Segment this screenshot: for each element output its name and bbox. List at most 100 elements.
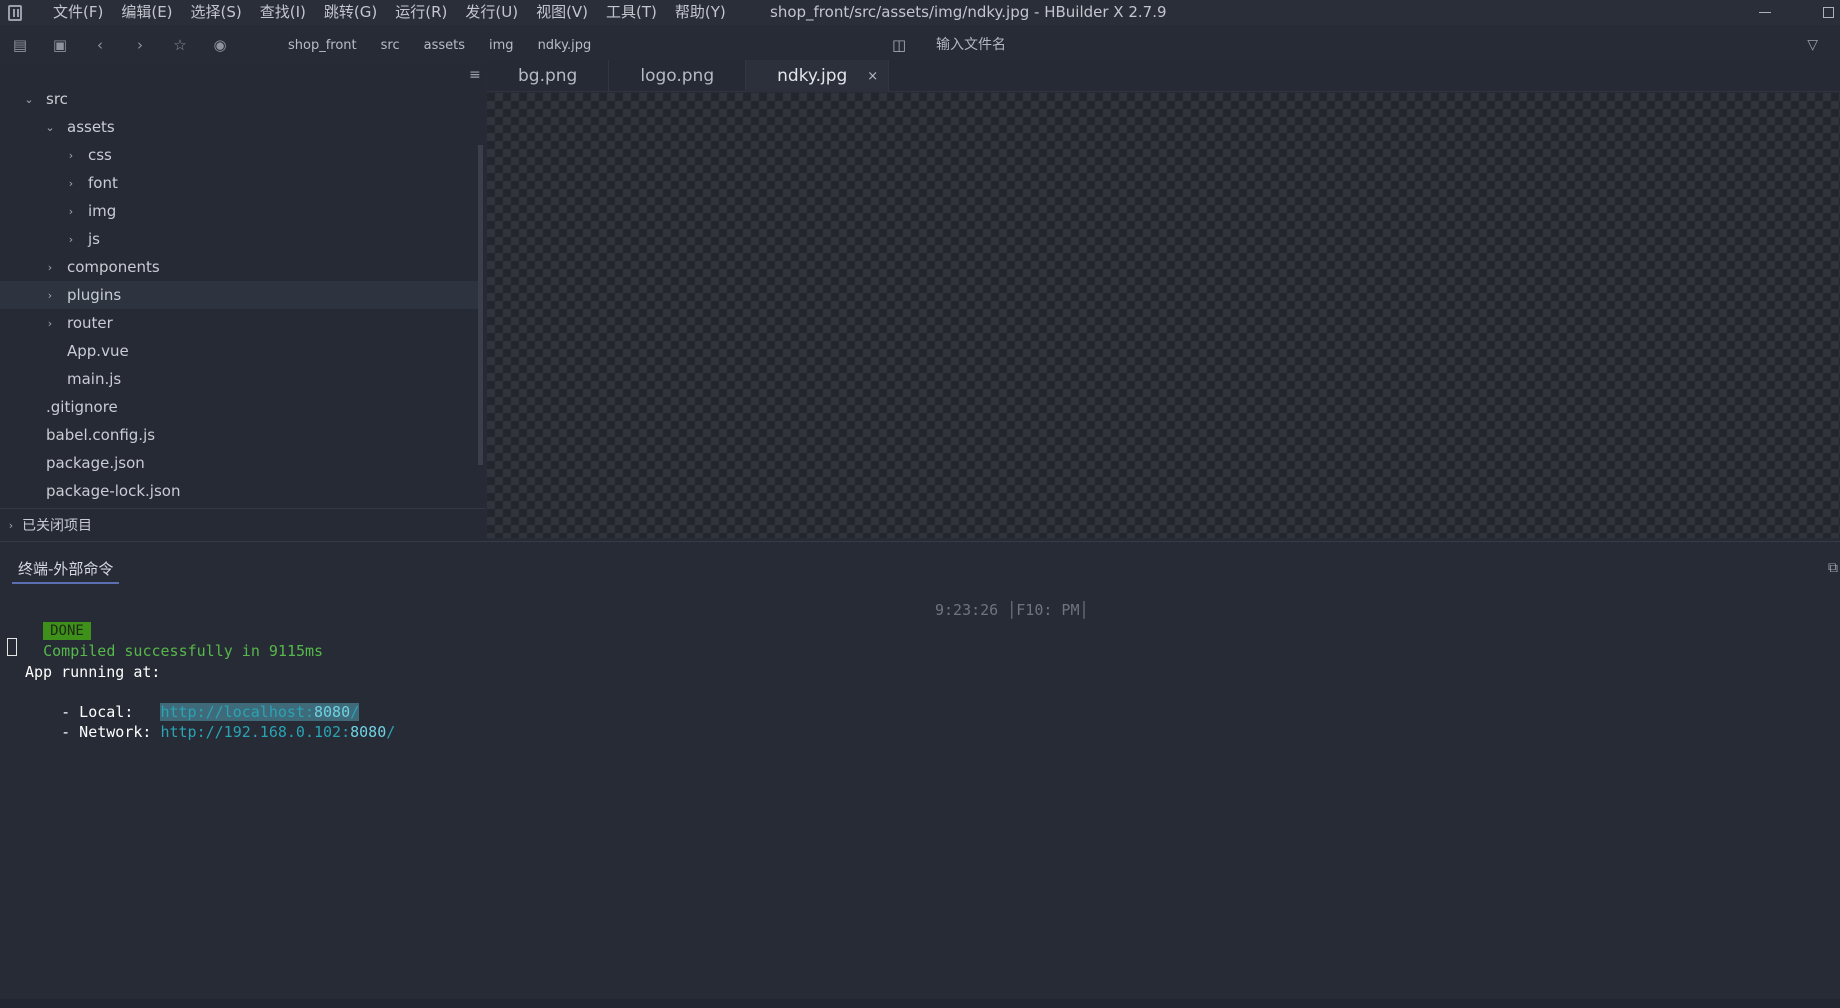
breadcrumb-item[interactable]: shop_front	[288, 38, 357, 53]
tree-item[interactable]: › plugins	[0, 281, 478, 309]
menu-item[interactable]: 选择(S)	[182, 0, 251, 25]
minimize-button[interactable]	[1740, 0, 1790, 25]
tree-item-label: main.js	[67, 370, 122, 388]
favorite-button[interactable]: ☆	[160, 25, 200, 65]
maximize-button[interactable]	[1790, 0, 1840, 25]
tree-item[interactable]: › components	[0, 253, 478, 281]
editor-tab-label: ndky.jpg	[777, 66, 848, 86]
breadcrumb-item[interactable]: img	[489, 38, 514, 53]
editor-tab[interactable]: logo.png	[609, 60, 747, 92]
editor-tab-label: bg.png	[518, 66, 578, 86]
tree-item[interactable]: ⌄ assets	[0, 113, 478, 141]
menu-item[interactable]: 运行(R)	[386, 0, 456, 25]
tree-item-label: babel.config.js	[46, 426, 156, 444]
tree-item-label: src	[46, 90, 68, 108]
window-controls	[1740, 0, 1840, 25]
done-badge: DONE	[43, 622, 91, 640]
chevron-right-icon: ›	[47, 288, 53, 302]
hbuilder-logo-icon	[0, 0, 30, 25]
editor-tab-label: logo.png	[640, 66, 715, 86]
breadcrumb-item[interactable]: assets	[424, 38, 465, 53]
editor-tab[interactable]: ndky.jpg ×	[746, 60, 890, 92]
tree-item-label: plugins	[67, 286, 122, 304]
tree-item-label: font	[88, 174, 118, 192]
terminal-tab[interactable]: 终端-外部命令	[12, 558, 120, 584]
sidebar-scrollbar[interactable]	[478, 145, 483, 465]
tree-item[interactable]: › router	[0, 309, 478, 337]
run-icon: ◉	[213, 36, 227, 54]
tree-item[interactable]: babel.config.js	[0, 421, 478, 449]
close-icon[interactable]: ×	[867, 69, 878, 84]
chevron-right-icon: ›	[8, 518, 14, 532]
chevron-right-icon: ›	[68, 176, 74, 190]
tree-item[interactable]: › img	[0, 197, 478, 225]
project-explorer: ≡ ⌄ src ⌄ assets › css › font › img › js › components…	[0, 65, 485, 541]
tree-item-label: App.vue	[67, 342, 129, 360]
tree-item[interactable]: App.vue	[0, 337, 478, 365]
minimize-icon	[1759, 12, 1771, 13]
filter-icon[interactable]: ▽	[1807, 37, 1818, 53]
tree-item[interactable]: package-lock.json	[0, 477, 478, 505]
tree-item[interactable]: main.js	[0, 365, 478, 393]
file-search: ◫ ▽	[892, 25, 1832, 65]
tree-item-label: js	[88, 230, 100, 248]
closed-projects-section[interactable]: › 已关闭项目	[0, 508, 485, 541]
window-title: shop_front/src/assets/img/ndky.jpg - HBu…	[770, 3, 1167, 21]
breadcrumb-item[interactable]: ndky.jpg	[538, 38, 592, 53]
tree-item[interactable]: package.json	[0, 449, 478, 477]
file-search-input[interactable]	[934, 36, 1754, 54]
menu-bar: 文件(F) 编辑(E) 选择(S) 查找(I) 跳转(G) 运行(R) 发行(U) 视图(V)…	[44, 0, 735, 25]
tree-item-label: css	[88, 146, 112, 164]
file-search-icon: ◫	[892, 36, 907, 54]
chevron-right-icon: ›	[47, 260, 53, 274]
file-tree: ⌄ src ⌄ assets › css › font › img › js › components › p…	[0, 85, 478, 505]
title-bar: 文件(F) 编辑(E) 选择(S) 查找(I) 跳转(G) 运行(R) 发行(U) 视图(V)…	[0, 0, 1840, 25]
new-file-icon: ▤	[12, 36, 28, 54]
menu-item[interactable]: 文件(F)	[44, 0, 112, 25]
chevron-down-icon: ⌄	[45, 120, 55, 134]
menu-item[interactable]: 帮助(Y)	[666, 0, 735, 25]
back-button[interactable]: ‹	[80, 25, 120, 65]
save-icon: ▣	[52, 36, 68, 54]
breadcrumb-item[interactable]: src	[381, 38, 400, 53]
tree-item-label: assets	[67, 118, 115, 136]
status-bar	[0, 999, 1840, 1008]
network-label: - Network:	[61, 723, 161, 741]
tree-item-label: components	[67, 258, 160, 276]
tree-item[interactable]: .gitignore	[0, 393, 478, 421]
menu-item[interactable]: 跳转(G)	[315, 0, 386, 25]
tree-item[interactable]: › js	[0, 225, 478, 253]
menu-item[interactable]: 查找(I)	[251, 0, 315, 25]
tree-item-label: package.json	[46, 454, 145, 472]
menu-item[interactable]: 工具(T)	[597, 0, 666, 25]
chevron-right-icon: ›	[137, 36, 143, 54]
compiled-message: Compiled successfully in 9115ms	[43, 642, 324, 660]
tree-item-label: img	[88, 202, 117, 220]
app-running-line: App running at:	[25, 663, 161, 681]
breadcrumb: shop_front src assets img ndky.jpg	[288, 25, 615, 65]
tree-item[interactable]: › css	[0, 141, 478, 169]
network-url-link[interactable]: http://192.168.0.102:8080/	[160, 723, 395, 741]
chevron-right-icon: ›	[68, 148, 74, 162]
editor-tab[interactable]: bg.png	[487, 60, 610, 92]
terminal-cursor	[7, 638, 17, 656]
tree-item[interactable]: ⌄ src	[0, 85, 478, 113]
hamburger-menu-icon[interactable]: ≡	[469, 67, 481, 83]
menu-item[interactable]: 发行(U)	[456, 0, 527, 25]
tree-item-label: .gitignore	[46, 398, 118, 416]
compile-time: 9:23:26 │F10: PM│	[935, 601, 1089, 619]
menu-item[interactable]: 视图(V)	[527, 0, 597, 25]
maximize-icon	[1822, 7, 1834, 18]
expand-panel-icon[interactable]: ⧉	[1828, 560, 1838, 576]
forward-button[interactable]: ›	[120, 25, 160, 65]
new-file-button[interactable]: ▤	[0, 25, 40, 65]
image-preview-transparent	[487, 93, 1840, 538]
tree-item[interactable]: › font	[0, 169, 478, 197]
save-button[interactable]: ▣	[40, 25, 80, 65]
chevron-right-icon: ›	[68, 232, 74, 246]
chevron-right-icon: ›	[68, 204, 74, 218]
terminal-panel: 终端-外部命令 ⧉ DONE Compiled successfully in …	[0, 541, 1840, 999]
run-button[interactable]: ◉	[200, 25, 240, 65]
tree-item-label: router	[67, 314, 113, 332]
menu-item[interactable]: 编辑(E)	[112, 0, 181, 25]
